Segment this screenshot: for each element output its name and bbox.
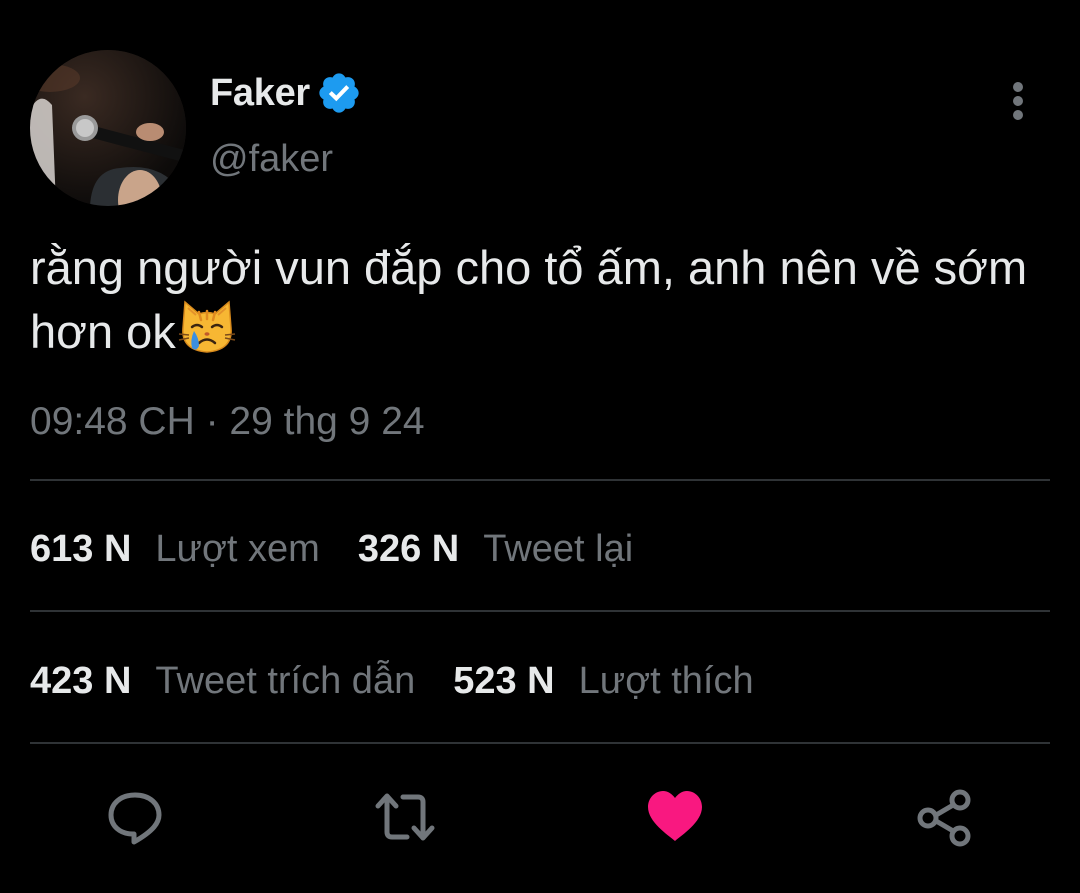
reply-button[interactable]	[106, 788, 164, 846]
tweet-timestamp[interactable]: 09:48 CH · 29 thg 9 24	[30, 400, 425, 444]
views-stat[interactable]: 613 N Lượt xem	[30, 528, 320, 571]
retweet-button[interactable]	[374, 788, 435, 846]
likes-stat[interactable]: 523 N Lượt thích	[453, 660, 753, 703]
views-count: 613 N	[30, 527, 132, 570]
tweet-text: rằng người vun đắp cho tổ ấm, anh nên về…	[30, 238, 1050, 362]
likes-count: 523 N	[453, 659, 555, 702]
crying-cat-face-icon	[177, 298, 237, 356]
avatar[interactable]	[30, 50, 186, 206]
divider	[30, 479, 1050, 481]
comment-icon	[108, 792, 162, 845]
likes-label: Lượt thích	[578, 659, 754, 702]
avatar-photo	[30, 50, 186, 206]
quotes-label: Tweet trích dẫn	[155, 659, 416, 702]
retweets-label: Tweet lại	[483, 527, 634, 570]
share-icon	[917, 789, 971, 847]
verified-badge-icon	[316, 70, 362, 116]
retweets-count: 326 N	[357, 527, 460, 570]
author-handle[interactable]: @faker	[210, 138, 333, 181]
author-display-name[interactable]: Faker	[210, 72, 310, 115]
divider	[30, 610, 1050, 612]
quotes-count: 423 N	[30, 659, 132, 702]
like-button[interactable]	[646, 788, 704, 846]
retweet-icon	[375, 793, 435, 841]
share-button[interactable]	[915, 788, 973, 847]
divider	[30, 742, 1050, 744]
stats-row-2: 423 N Tweet trích dẫn 523 N Lượt thích	[30, 656, 754, 706]
more-options-icon[interactable]	[998, 78, 1038, 124]
stats-row-1: 613 N Lượt xem 326 N Tweet lại	[30, 524, 633, 574]
heart-icon	[648, 791, 702, 841]
author-name-row[interactable]: Faker	[210, 70, 362, 116]
views-label: Lượt xem	[155, 527, 320, 570]
retweets-stat[interactable]: 326 N Tweet lại	[358, 528, 633, 571]
quotes-stat[interactable]: 423 N Tweet trích dẫn	[30, 660, 415, 703]
